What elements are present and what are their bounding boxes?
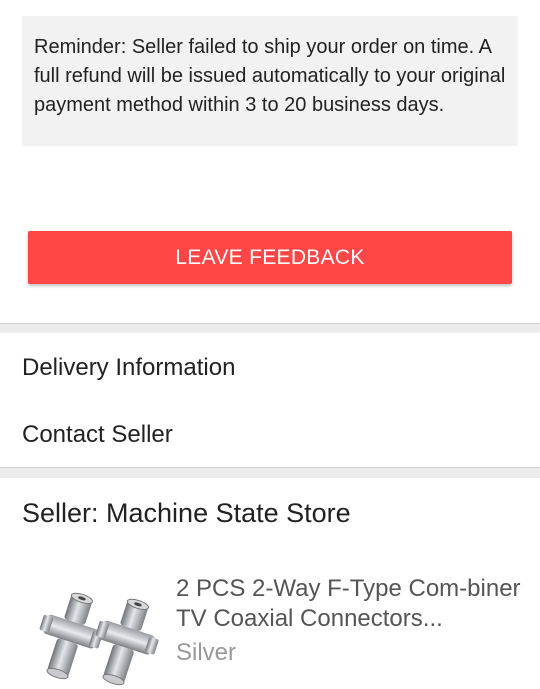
section-divider xyxy=(0,467,540,478)
product-image[interactable] xyxy=(30,585,160,689)
seller-name[interactable]: Seller: Machine State Store xyxy=(22,498,351,529)
product-variant: Silver xyxy=(176,639,237,666)
contact-seller-item[interactable]: Contact Seller xyxy=(0,402,540,468)
leave-feedback-button[interactable]: LEAVE FEEDBACK xyxy=(28,231,512,284)
product-title[interactable]: 2 PCS 2-Way F-Type Com-biner TV Coaxial … xyxy=(176,574,521,634)
section-divider xyxy=(0,323,540,333)
refund-reminder-box: Reminder: Seller failed to ship your ord… xyxy=(22,16,518,146)
refund-reminder-text: Reminder: Seller failed to ship your ord… xyxy=(34,36,506,116)
order-detail-page: Reminder: Seller failed to ship your ord… xyxy=(0,0,540,689)
delivery-information-item[interactable]: Delivery Information xyxy=(0,335,540,401)
